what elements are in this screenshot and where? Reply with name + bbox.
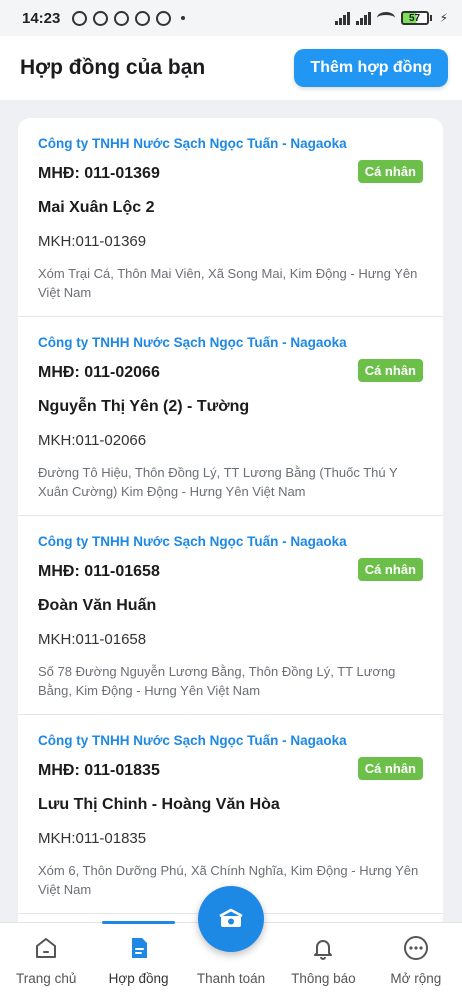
document-icon	[126, 935, 152, 961]
clock-icon	[93, 10, 109, 26]
signal-icon	[355, 11, 371, 25]
contract-number: MHĐ: 011-01835	[38, 762, 160, 779]
contract-number: MHĐ: 011-01658	[38, 563, 160, 580]
more-notifications-icon	[181, 16, 186, 20]
sync-icon	[156, 10, 172, 26]
customer-code: MKH:011-01369	[38, 233, 147, 250]
customer-code: MKH:011-02066	[38, 432, 147, 449]
company-name: Công ty TNHH Nước Sạch Ngọc Tuấn - Nagao…	[38, 136, 347, 151]
nav-label: Mở rộng	[390, 971, 442, 986]
contract-list[interactable]: Công ty TNHH Nước Sạch Ngọc Tuấn - Nagao…	[18, 118, 443, 923]
contract-card[interactable]: Công ty TNHH Nước Sạch Ngọc Tuấn - Nagao…	[18, 516, 443, 715]
company-name: Công ty TNHH Nước Sạch Ngọc Tuấn - Nagao…	[38, 534, 347, 549]
charging-icon: ⚡	[439, 11, 448, 25]
app-icon	[135, 10, 151, 26]
contract-card[interactable]: Công ty TNHH Nước Sạch Ngọc Tuấn - Nagao…	[18, 317, 443, 516]
battery-icon: 57	[400, 11, 432, 25]
active-indicator	[102, 921, 175, 924]
wifi-icon	[376, 12, 395, 24]
signal-icon	[334, 11, 350, 25]
system-icons: 57 ⚡	[334, 11, 448, 25]
status-time: 14:23	[22, 9, 61, 27]
nav-label: Thanh toán	[196, 971, 266, 986]
customer-name: Đoàn Văn Huấn	[38, 597, 157, 614]
customer-address: Xóm Trại Cá, Thôn Mai Viên, Xã Song Mai,…	[38, 266, 418, 300]
company-name: Công ty TNHH Nước Sạch Ngọc Tuấn - Nagao…	[38, 335, 347, 350]
customer-address: Số 78 Đường Nguyễn Lương Bằng, Thôn Đồng…	[38, 664, 396, 698]
app-icon	[114, 10, 130, 26]
contract-card[interactable]: Công ty TNHH Nước Sạch Ngọc Tuấn - Nagao…	[18, 118, 443, 317]
contract-type-badge: Cá nhân	[357, 159, 423, 183]
customer-name: Mai Xuân Lộc 2	[38, 199, 155, 216]
nav-contracts[interactable]: Hợp đồng	[92, 921, 184, 1000]
customer-name: Nguyễn Thị Yên (2) - Tường	[38, 398, 250, 415]
payment-icon	[219, 908, 243, 927]
contract-type-badge: Cá nhân	[357, 557, 423, 581]
nav-label: Trang chủ	[16, 971, 77, 986]
bell-icon	[310, 935, 336, 961]
company-name: Công ty TNHH Nước Sạch Ngọc Tuấn - Nagao…	[38, 733, 347, 748]
home-icon	[33, 935, 59, 961]
status-bar: 14:23 57 ⚡	[0, 0, 462, 36]
header: Hợp đồng của bạn Thêm hợp đồng	[0, 36, 462, 100]
notification-icons	[72, 10, 186, 26]
nav-label: Hợp đồng	[108, 971, 169, 986]
nav-more[interactable]: Mở rộng	[370, 923, 462, 1000]
alarm-icon	[72, 10, 88, 26]
contract-type-badge: Cá nhân	[357, 358, 423, 382]
add-contract-button[interactable]: Thêm hợp đồng	[294, 49, 448, 87]
customer-code: MKH:011-01835	[38, 830, 147, 847]
payment-fab[interactable]	[198, 886, 264, 952]
contract-number: MHĐ: 011-01369	[38, 165, 160, 182]
battery-level: 57	[400, 11, 429, 25]
nav-home[interactable]: Trang chủ	[0, 923, 92, 1000]
contract-number: MHĐ: 011-02066	[38, 364, 160, 381]
more-icon	[403, 935, 429, 961]
customer-name: Lưu Thị Chinh - Hoàng Văn Hòa	[38, 796, 280, 813]
customer-code: MKH:011-01658	[38, 631, 147, 648]
nav-label: Thông báo	[291, 971, 356, 986]
customer-address: Đường Tô Hiệu, Thôn Đồng Lý, TT Lương Bằ…	[38, 465, 398, 499]
contract-type-badge: Cá nhân	[357, 756, 423, 780]
nav-notifications[interactable]: Thông báo	[277, 923, 369, 1000]
page-title: Hợp đồng của bạn	[20, 56, 206, 79]
contract-card[interactable]: Công ty TNHH Nước Sạch Ngọc Tuấn - Nagao…	[18, 715, 443, 914]
